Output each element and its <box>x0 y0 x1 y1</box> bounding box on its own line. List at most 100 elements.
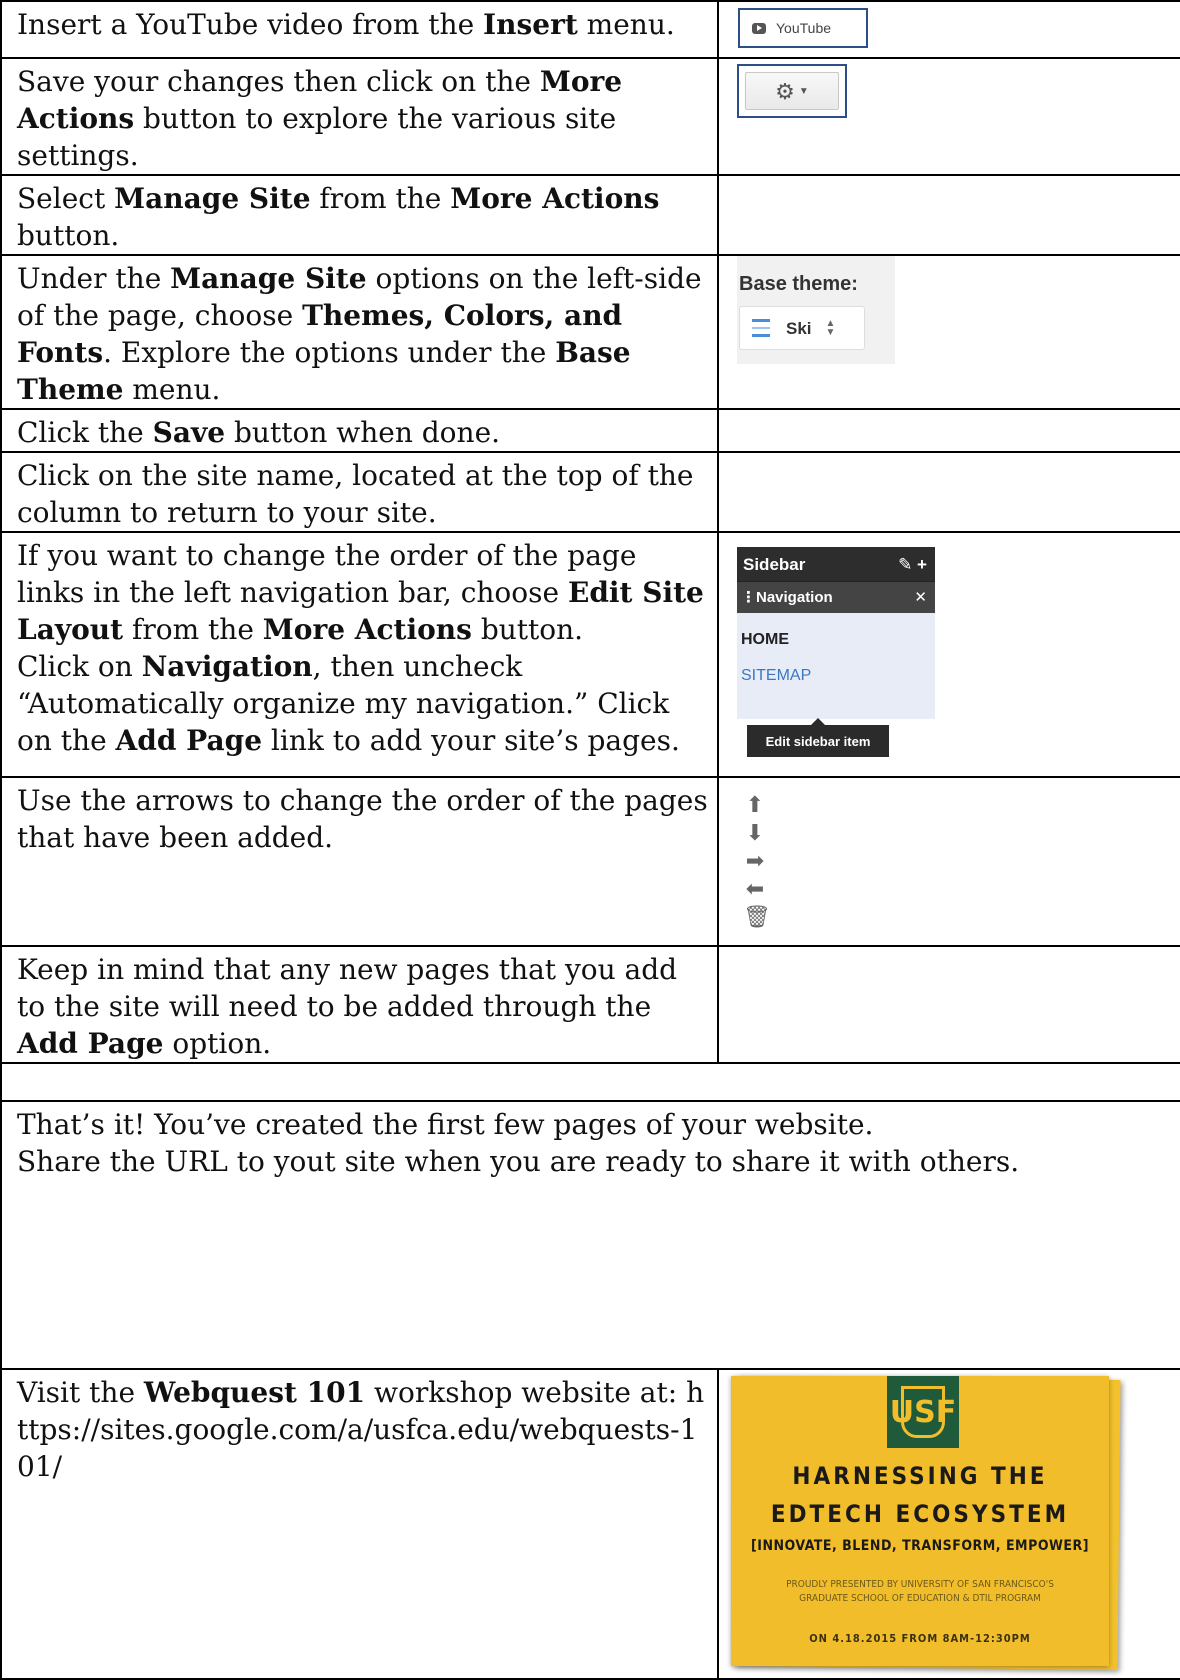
text-run: Under the <box>17 262 171 295</box>
edit-sidebar-tooltip: Edit sidebar item <box>747 718 889 757</box>
spacer-row <box>0 1062 1180 1102</box>
image-cell: Sidebar ✎ + ⋮Navigation ✕ HOME SITEMAP E… <box>717 531 1180 778</box>
close-icon[interactable]: ✕ <box>914 579 927 616</box>
final-text-cell: That’s it! You’ve created the first few … <box>0 1100 1180 1370</box>
text-run: from the <box>310 182 451 215</box>
edit-add-icon[interactable]: ✎ + <box>898 546 927 583</box>
nav-link-sitemap[interactable]: SITEMAP <box>741 657 811 694</box>
arrow-down-icon[interactable]: ⬇ <box>743 820 767 848</box>
text-run: Select <box>17 182 115 215</box>
text-run: menu. <box>577 8 675 41</box>
bold-term: More Actions <box>262 613 472 646</box>
reorder-icons: ⬆ ⬇ ➡ ⬅ 🗑 <box>743 792 771 932</box>
poster-line-4b: GRADUATE SCHOOL OF EDUCATION & DTIL PROG… <box>799 1593 1041 1604</box>
bold-term: Manage Site <box>114 182 311 215</box>
table-row: Use the arrows to change the order of th… <box>0 776 1180 947</box>
sidebar-panel: Sidebar ✎ + ⋮Navigation ✕ HOME SITEMAP <box>737 547 935 719</box>
text-run: If you want to change the order of the p… <box>17 539 637 609</box>
text-run: Visit the <box>17 1376 144 1409</box>
row-text: Click the Save button when done. <box>0 408 719 453</box>
text-run: Click on <box>17 650 142 683</box>
table-row: Click the Save button when done. <box>0 408 1180 453</box>
image-cell <box>717 451 1180 533</box>
bold-term: Add Page <box>115 724 263 757</box>
workshop-poster: USF HARNESSING THE EDTECH ECOSYSTEM [INN… <box>731 1376 1109 1666</box>
youtube-label: YouTube <box>776 19 832 36</box>
table-row: If you want to change the order of the p… <box>0 531 1180 778</box>
arrow-right-icon[interactable]: ➡ <box>743 848 767 876</box>
row-text: Select Manage Site from the More Actions… <box>0 174 719 256</box>
image-cell: USF HARNESSING THE EDTECH ECOSYSTEM [INN… <box>717 1368 1180 1680</box>
text-run: Click on the site name, located at the t… <box>17 459 694 529</box>
base-theme-select[interactable]: Ski ▲ ▼ <box>739 306 865 350</box>
youtube-button[interactable]: YouTube <box>738 8 868 48</box>
row-text: Click on the site name, located at the t… <box>0 451 719 533</box>
nav-link-home[interactable]: HOME <box>741 621 789 658</box>
image-cell: ⬆ ⬇ ➡ ⬅ 🗑 <box>717 776 1180 947</box>
text-run: Save your changes then click on the <box>17 65 540 98</box>
table-row: Save your changes then click on the More… <box>0 57 1180 176</box>
text-run: Keep in mind that any new pages that you… <box>17 953 678 1023</box>
row-text: If you want to change the order of the p… <box>0 531 719 778</box>
arrow-up-icon[interactable]: ⬆ <box>743 792 767 820</box>
image-cell <box>717 174 1180 256</box>
bold-term: Add Page <box>17 1027 164 1060</box>
row-text: Visit the Webquest 101 workshop website … <box>0 1368 719 1680</box>
image-cell: Base theme: Ski ▲ ▼ <box>717 254 1180 410</box>
trash-icon[interactable]: 🗑 <box>743 904 771 932</box>
poster-line-3: [INNOVATE, BLEND, TRANSFORM, EMPOWER] <box>751 1538 1089 1554</box>
poster-line-4: PROUDLY PRESENTED BY UNIVERSITY OF SAN F… <box>731 1578 1109 1606</box>
final-text: That’s it! You’ve created the first few … <box>17 1108 874 1141</box>
text-run: from the <box>123 613 263 646</box>
table-row: Keep in mind that any new pages that you… <box>0 945 1180 1064</box>
table-row: Select Manage Site from the More Actions… <box>0 174 1180 256</box>
image-cell <box>717 408 1180 453</box>
gear-icon: ⚙ <box>775 78 795 104</box>
poster-line-1: HARNESSING THE <box>792 1462 1048 1490</box>
more-actions-button[interactable]: ⚙ ▼ <box>745 72 839 110</box>
empty-cell <box>0 1062 1180 1102</box>
poster-line-4a: PROUDLY PRESENTED BY UNIVERSITY OF SAN F… <box>786 1579 1054 1590</box>
instruction-table: Insert a YouTube video from the Insert m… <box>0 0 1180 1680</box>
bold-term: Webquest 101 <box>143 1376 366 1409</box>
text-run: Insert a YouTube video from the <box>17 8 484 41</box>
bold-term: Navigation <box>141 650 313 683</box>
text-run: menu. <box>123 373 221 406</box>
table-row: Click on the site name, located at the t… <box>0 451 1180 533</box>
drag-handle-icon[interactable]: ⋮ <box>741 589 756 606</box>
image-cell <box>717 945 1180 1064</box>
select-arrows-icon: ▲ ▼ <box>825 318 836 338</box>
usf-logo-text: USF <box>890 1386 956 1438</box>
poster-line-5: ON 4.18.2015 FROM 8AM-12:30PM <box>809 1632 1031 1645</box>
bold-term: More Actions <box>450 182 660 215</box>
text-run: button. <box>471 613 584 646</box>
arrow-left-icon[interactable]: ⬅ <box>743 876 767 904</box>
text-run: . Explore the options under the <box>103 336 556 369</box>
table-row: Insert a YouTube video from the Insert m… <box>0 0 1180 59</box>
sidebar-item-navigation[interactable]: ⋮Navigation ✕ <box>737 581 935 613</box>
sidebar-title: Sidebar <box>743 554 806 574</box>
base-theme-value: Ski <box>786 318 812 338</box>
sidebar-header: Sidebar ✎ + <box>737 547 935 581</box>
bold-term: Save <box>152 416 226 449</box>
text-run: Click the <box>17 416 153 449</box>
image-cell: ⚙ ▼ <box>717 57 1180 176</box>
row-text: Under the Manage Site options on the lef… <box>0 254 719 410</box>
sidebar-item-label: Navigation <box>756 589 833 606</box>
table-row: Visit the Webquest 101 workshop website … <box>0 1368 1180 1680</box>
text-run: button when done. <box>225 416 501 449</box>
final-text-2: Share the URL to yout site when you are … <box>17 1145 1020 1178</box>
table-row: Under the Manage Site options on the lef… <box>0 254 1180 410</box>
text-run: button. <box>17 219 120 252</box>
row-text: Use the arrows to change the order of th… <box>0 776 719 947</box>
bold-term: Insert <box>483 8 578 41</box>
base-theme-label: Base theme: <box>739 273 858 295</box>
theme-icon <box>752 319 770 337</box>
text-run: Use the arrows to change the order of th… <box>17 784 708 854</box>
chevron-down-icon: ▼ <box>798 85 809 97</box>
usf-logo: USF <box>887 1376 959 1448</box>
image-cell: YouTube <box>717 0 1180 59</box>
sidebar-body: HOME SITEMAP <box>737 613 935 719</box>
row-text: Save your changes then click on the More… <box>0 57 719 176</box>
more-actions-frame: ⚙ ▼ <box>737 64 847 118</box>
